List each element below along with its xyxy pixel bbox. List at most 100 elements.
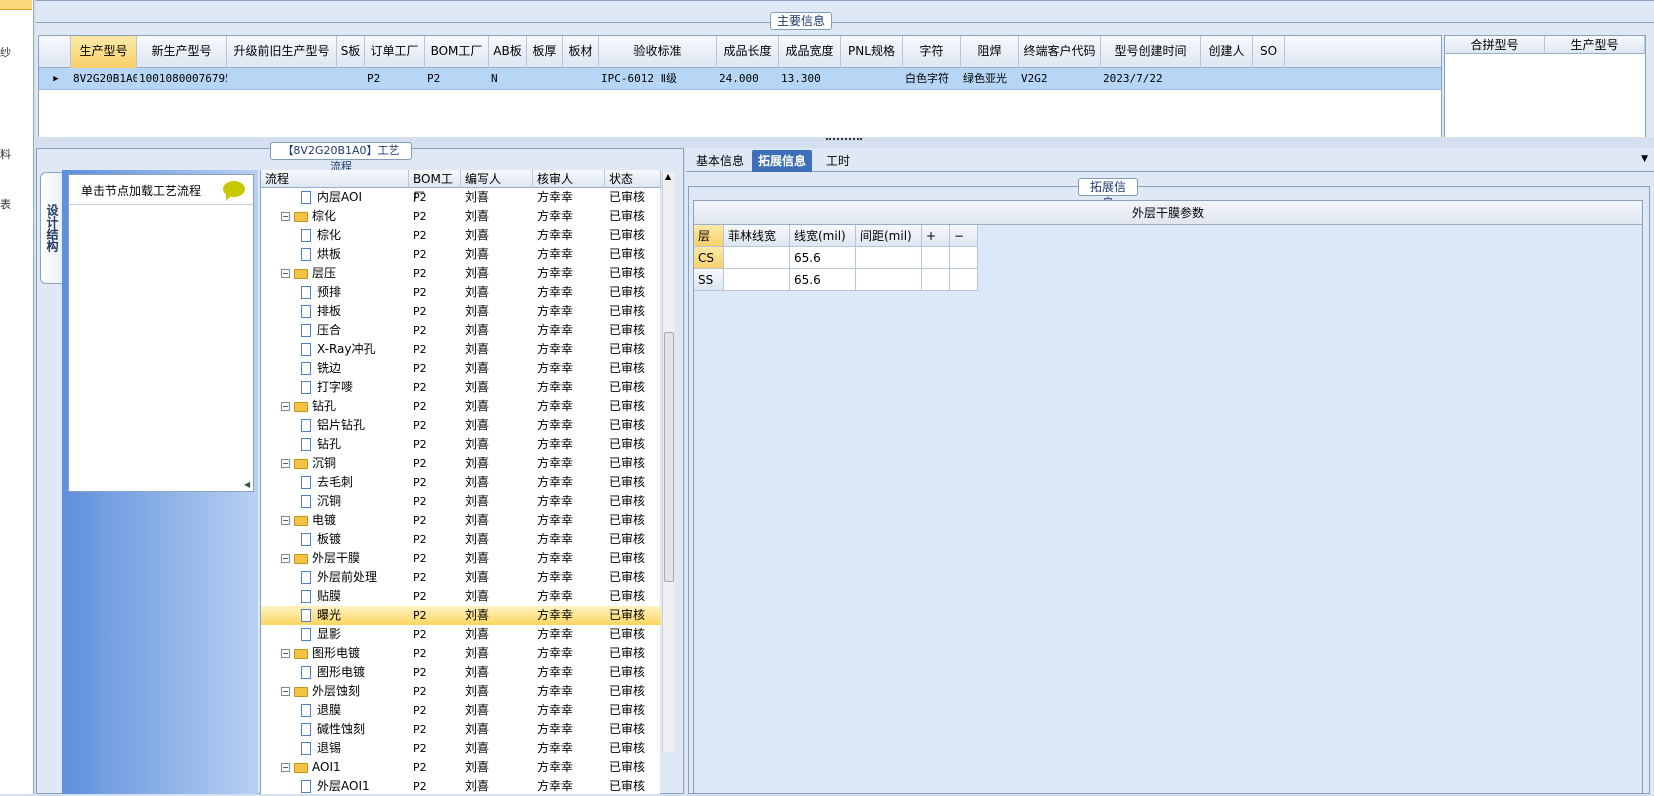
tree-node-name[interactable]: − 外层蚀刻 bbox=[281, 682, 409, 701]
column-header[interactable]: 验收标准 bbox=[599, 36, 717, 68]
table-cell[interactable]: 13.300 bbox=[779, 68, 841, 90]
tree-node-name[interactable]: 排板 bbox=[301, 302, 409, 321]
table-cell[interactable] bbox=[841, 68, 903, 90]
collapse-toggle-icon[interactable]: − bbox=[281, 687, 290, 696]
tree-cell-reviewer[interactable]: 方幸幸 bbox=[537, 473, 605, 492]
tree-cell-bom[interactable]: P2 bbox=[413, 340, 461, 359]
tree-cell-writer[interactable]: 刘喜 bbox=[465, 739, 533, 758]
tree-cell-status[interactable]: 已审核 bbox=[609, 511, 661, 530]
tree-cell-reviewer[interactable]: 方幸幸 bbox=[537, 720, 605, 739]
tree-cell-status[interactable]: 已审核 bbox=[609, 606, 661, 625]
tree-cell-status[interactable]: 已审核 bbox=[609, 663, 661, 682]
tree-row[interactable]: 曝光 P2 刘喜 方幸幸 已审核 bbox=[261, 606, 661, 625]
column-header[interactable]: 创建人 bbox=[1201, 36, 1253, 68]
tree-cell-status[interactable]: 已审核 bbox=[609, 492, 661, 511]
tree-cell-writer[interactable]: 刘喜 bbox=[465, 549, 533, 568]
tree-cell-writer[interactable]: 刘喜 bbox=[465, 416, 533, 435]
tree-cell-status[interactable]: 已审核 bbox=[609, 378, 661, 397]
tree-row[interactable]: − 电镀 P2 刘喜 方幸幸 已审核 bbox=[261, 511, 661, 530]
tree-cell-bom[interactable]: P2 bbox=[413, 720, 461, 739]
tree-row[interactable]: 内层AOI P2 刘喜 方幸幸 已审核 bbox=[261, 188, 661, 207]
tree-row[interactable]: 压合 P2 刘喜 方幸幸 已审核 bbox=[261, 321, 661, 340]
tree-cell-bom[interactable]: P2 bbox=[413, 777, 461, 796]
tree-row[interactable]: − 图形电镀 P2 刘喜 方幸幸 已审核 bbox=[261, 644, 661, 663]
collapse-toggle-icon[interactable]: − bbox=[281, 649, 290, 658]
tree-cell-status[interactable]: 已审核 bbox=[609, 454, 661, 473]
tree-cell-bom[interactable]: P2 bbox=[413, 378, 461, 397]
tree-node-name[interactable]: 外层前处理 bbox=[301, 568, 409, 587]
tree-cell-bom[interactable]: P2 bbox=[413, 245, 461, 264]
table-cell[interactable]: V2G2 bbox=[1019, 68, 1101, 90]
table-cell[interactable]: P2 bbox=[365, 68, 425, 90]
tree-cell-reviewer[interactable]: 方幸幸 bbox=[537, 435, 605, 454]
tree-cell-writer[interactable]: 刘喜 bbox=[465, 720, 533, 739]
tree-node-name[interactable]: 压合 bbox=[301, 321, 409, 340]
table-cell[interactable] bbox=[227, 68, 337, 90]
table-cell[interactable] bbox=[1201, 68, 1253, 90]
tree-cell-writer[interactable]: 刘喜 bbox=[465, 454, 533, 473]
table-cell[interactable] bbox=[922, 247, 950, 269]
main-info-grid[interactable]: 生产型号 新生产型号 升级前旧生产型号 S板 订单工厂 BOM工厂 AB板 板厚… bbox=[38, 35, 1442, 143]
table-cell[interactable]: 65.6 bbox=[790, 269, 856, 291]
collapse-toggle-icon[interactable]: − bbox=[281, 516, 290, 525]
tree-cell-bom[interactable]: P2 bbox=[413, 473, 461, 492]
column-header[interactable]: 新生产型号 bbox=[137, 36, 227, 68]
tree-cell-reviewer[interactable]: 方幸幸 bbox=[537, 492, 605, 511]
tree-cell-reviewer[interactable]: 方幸幸 bbox=[537, 454, 605, 473]
tree-cell-reviewer[interactable]: 方幸幸 bbox=[537, 321, 605, 340]
merge-model-grid[interactable]: 合拼型号 生产型号 bbox=[1444, 35, 1646, 143]
tree-cell-bom[interactable]: P2 bbox=[413, 663, 461, 682]
tree-cell-reviewer[interactable]: 方幸幸 bbox=[537, 739, 605, 758]
tree-cell-writer[interactable]: 刘喜 bbox=[465, 264, 533, 283]
tree-node-name[interactable]: 曝光 bbox=[301, 606, 409, 625]
table-cell[interactable]: 8V2G20B1A0 bbox=[71, 68, 137, 90]
table-cell[interactable] bbox=[922, 269, 950, 291]
remove-row-button[interactable]: − bbox=[950, 225, 978, 247]
tree-cell-reviewer[interactable]: 方幸幸 bbox=[537, 663, 605, 682]
tree-cell-bom[interactable]: P2 bbox=[413, 302, 461, 321]
tree-cell-bom[interactable]: P2 bbox=[413, 587, 461, 606]
tree-node-name[interactable]: 内层AOI bbox=[301, 188, 409, 207]
tree-node-name[interactable]: 贴膜 bbox=[301, 587, 409, 606]
tree-row[interactable]: 烘板 P2 刘喜 方幸幸 已审核 bbox=[261, 245, 661, 264]
tree-cell-writer[interactable]: 刘喜 bbox=[465, 511, 533, 530]
tree-node-name[interactable]: − 棕化 bbox=[281, 207, 409, 226]
tree-row[interactable]: 沉铜 P2 刘喜 方幸幸 已审核 bbox=[261, 492, 661, 511]
collapse-handle[interactable]: ◀ bbox=[240, 480, 258, 540]
tree-cell-bom[interactable]: P2 bbox=[413, 758, 461, 777]
tree-cell-bom[interactable]: P2 bbox=[413, 397, 461, 416]
tree-cell-writer[interactable]: 刘喜 bbox=[465, 321, 533, 340]
column-header[interactable]: 流程 bbox=[261, 170, 409, 188]
column-header[interactable]: 生产型号 bbox=[1545, 36, 1645, 54]
tree-row[interactable]: 钻孔 P2 刘喜 方幸幸 已审核 bbox=[261, 435, 661, 454]
column-header[interactable]: 阻焊 bbox=[961, 36, 1019, 68]
tree-row[interactable]: X-Ray冲孔 P2 刘喜 方幸幸 已审核 bbox=[261, 340, 661, 359]
tree-cell-status[interactable]: 已审核 bbox=[609, 264, 661, 283]
column-header[interactable]: 编写人 bbox=[461, 170, 533, 188]
tree-cell-reviewer[interactable]: 方幸幸 bbox=[537, 264, 605, 283]
scrollbar-thumb[interactable] bbox=[664, 332, 674, 582]
tree-cell-reviewer[interactable]: 方幸幸 bbox=[537, 207, 605, 226]
tree-cell-status[interactable]: 已审核 bbox=[609, 359, 661, 378]
tree-cell-writer[interactable]: 刘喜 bbox=[465, 530, 533, 549]
tree-node-name[interactable]: − 图形电镀 bbox=[281, 644, 409, 663]
column-header[interactable]: SO bbox=[1253, 36, 1285, 68]
column-header[interactable]: 板厚 bbox=[527, 36, 563, 68]
table-cell[interactable]: CS bbox=[694, 247, 724, 269]
tree-cell-status[interactable]: 已审核 bbox=[609, 226, 661, 245]
tree-cell-writer[interactable]: 刘喜 bbox=[465, 777, 533, 796]
tree-row[interactable]: 碱性蚀刻 P2 刘喜 方幸幸 已审核 bbox=[261, 720, 661, 739]
column-header[interactable]: 生产型号 bbox=[71, 36, 137, 68]
tree-node-name[interactable]: − 层压 bbox=[281, 264, 409, 283]
tree-cell-status[interactable]: 已审核 bbox=[609, 758, 661, 777]
tree-cell-status[interactable]: 已审核 bbox=[609, 530, 661, 549]
tree-node-name[interactable]: 外层AOI1 bbox=[301, 777, 409, 796]
tab-work-hours[interactable]: 工时 bbox=[820, 150, 856, 172]
tree-cell-reviewer[interactable]: 方幸幸 bbox=[537, 644, 605, 663]
tree-cell-bom[interactable]: P2 bbox=[413, 283, 461, 302]
tree-cell-status[interactable]: 已审核 bbox=[609, 644, 661, 663]
collapse-toggle-icon[interactable]: − bbox=[281, 212, 290, 221]
column-header[interactable]: 状态 bbox=[605, 170, 661, 188]
tree-cell-reviewer[interactable]: 方幸幸 bbox=[537, 226, 605, 245]
tree-cell-writer[interactable]: 刘喜 bbox=[465, 606, 533, 625]
